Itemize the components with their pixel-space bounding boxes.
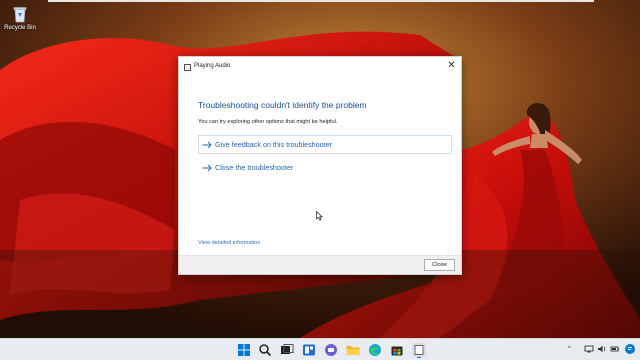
arrow-right-icon bbox=[202, 141, 212, 149]
arrow-right-icon bbox=[202, 164, 212, 172]
windows-start-icon[interactable] bbox=[236, 342, 252, 358]
troubleshooter-dialog: Playing Audio ✕ Troubleshooting couldn't… bbox=[178, 56, 462, 275]
taskbar: ^ bbox=[0, 338, 640, 360]
tray-overflow-icon[interactable]: ^ bbox=[568, 346, 571, 352]
result-subtext: You can try exploring other options that… bbox=[198, 119, 338, 125]
top-window-edge bbox=[48, 0, 594, 2]
give-feedback-option[interactable]: Give feedback on this troubleshooter bbox=[198, 135, 452, 154]
close-troubleshooter-option[interactable]: Close the troubleshooter bbox=[198, 158, 452, 177]
dialog-title: Playing Audio bbox=[194, 63, 231, 69]
mouse-cursor-icon bbox=[316, 211, 323, 221]
notification-icon[interactable] bbox=[624, 343, 636, 355]
edge-icon[interactable] bbox=[367, 342, 383, 358]
volume-icon[interactable] bbox=[597, 344, 607, 354]
close-icon[interactable]: ✕ bbox=[445, 59, 458, 72]
give-feedback-label: Give feedback on this troubleshooter bbox=[215, 140, 333, 149]
search-icon[interactable] bbox=[257, 342, 273, 358]
troubleshooter-app-icon bbox=[184, 64, 191, 71]
file-explorer-icon[interactable] bbox=[345, 342, 361, 358]
widgets-icon[interactable] bbox=[301, 342, 317, 358]
recycle-bin-shortcut[interactable]: Recycle Bin bbox=[0, 3, 40, 39]
task-view-icon[interactable] bbox=[279, 342, 295, 358]
view-detailed-information-link[interactable]: View detailed information bbox=[198, 240, 260, 246]
battery-icon[interactable] bbox=[610, 344, 620, 354]
close-troubleshooter-label: Close the troubleshooter bbox=[215, 163, 294, 172]
chat-icon[interactable] bbox=[323, 342, 339, 358]
recycle-bin-label: Recycle Bin bbox=[4, 25, 36, 31]
troubleshooter-app-icon[interactable] bbox=[411, 342, 427, 358]
close-button[interactable]: Close bbox=[424, 259, 455, 271]
result-heading: Troubleshooting couldn't identify the pr… bbox=[198, 100, 367, 110]
recycle-bin-icon bbox=[13, 7, 27, 23]
dialog-titlebar[interactable]: Playing Audio ✕ bbox=[179, 57, 461, 77]
dialog-footer: Close bbox=[179, 255, 461, 274]
store-icon[interactable] bbox=[389, 342, 405, 358]
network-icon[interactable] bbox=[584, 344, 594, 354]
